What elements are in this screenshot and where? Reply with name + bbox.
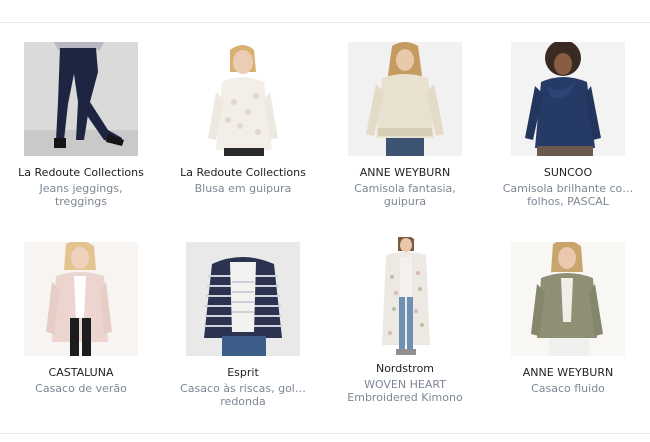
product-card[interactable]: SUNCOO Camisola brilhante co… folhos, PA…: [486, 42, 650, 242]
product-image[interactable]: [511, 42, 625, 156]
product-card[interactable]: Esprit Casaco às riscas, gol… redonda: [162, 242, 324, 442]
product-name: Casaco de verão: [35, 382, 127, 395]
bottom-divider: [0, 433, 650, 434]
top-divider: [0, 22, 650, 23]
product-name: Camisola brilhante co… folhos, PASCAL: [502, 182, 634, 208]
product-name: WOVEN HEART Embroidered Kimono: [347, 378, 463, 404]
product-brand: SUNCOO: [543, 166, 593, 179]
product-name: Blusa em guipura: [194, 182, 292, 195]
product-image[interactable]: [511, 242, 625, 356]
product-name: Camisola fantasia, guipura: [354, 182, 456, 208]
product-name: Casaco às riscas, gol… redonda: [180, 382, 306, 408]
product-brand: La Redoute Collections: [18, 166, 144, 179]
product-name: Jeans jeggings, treggings: [39, 182, 123, 208]
product-image[interactable]: [186, 42, 300, 156]
product-grid: La Redoute Collections Jeans jeggings, t…: [0, 42, 650, 442]
product-image[interactable]: [24, 42, 138, 156]
product-image[interactable]: [348, 42, 462, 156]
product-brand: CASTALUNA: [48, 366, 114, 379]
product-image[interactable]: [186, 242, 300, 356]
product-brand: Nordstrom: [375, 362, 435, 375]
product-card[interactable]: CASTALUNA Casaco de verão: [0, 242, 162, 442]
product-brand: ANNE WEYBURN: [522, 366, 614, 379]
product-card[interactable]: ANNE WEYBURN Camisola fantasia, guipura: [324, 42, 486, 242]
product-image[interactable]: [348, 237, 462, 361]
product-card[interactable]: ANNE WEYBURN Casaco fluido: [486, 242, 650, 442]
product-card[interactable]: La Redoute Collections Jeans jeggings, t…: [0, 42, 162, 242]
product-image[interactable]: [24, 242, 138, 356]
product-brand: La Redoute Collections: [180, 166, 306, 179]
product-name: Casaco fluido: [531, 382, 605, 395]
product-brand: ANNE WEYBURN: [359, 166, 451, 179]
product-card[interactable]: Nordstrom WOVEN HEART Embroidered Kimono: [324, 237, 486, 442]
product-card[interactable]: La Redoute Collections Blusa em guipura: [162, 42, 324, 242]
product-brand: Esprit: [227, 366, 259, 379]
